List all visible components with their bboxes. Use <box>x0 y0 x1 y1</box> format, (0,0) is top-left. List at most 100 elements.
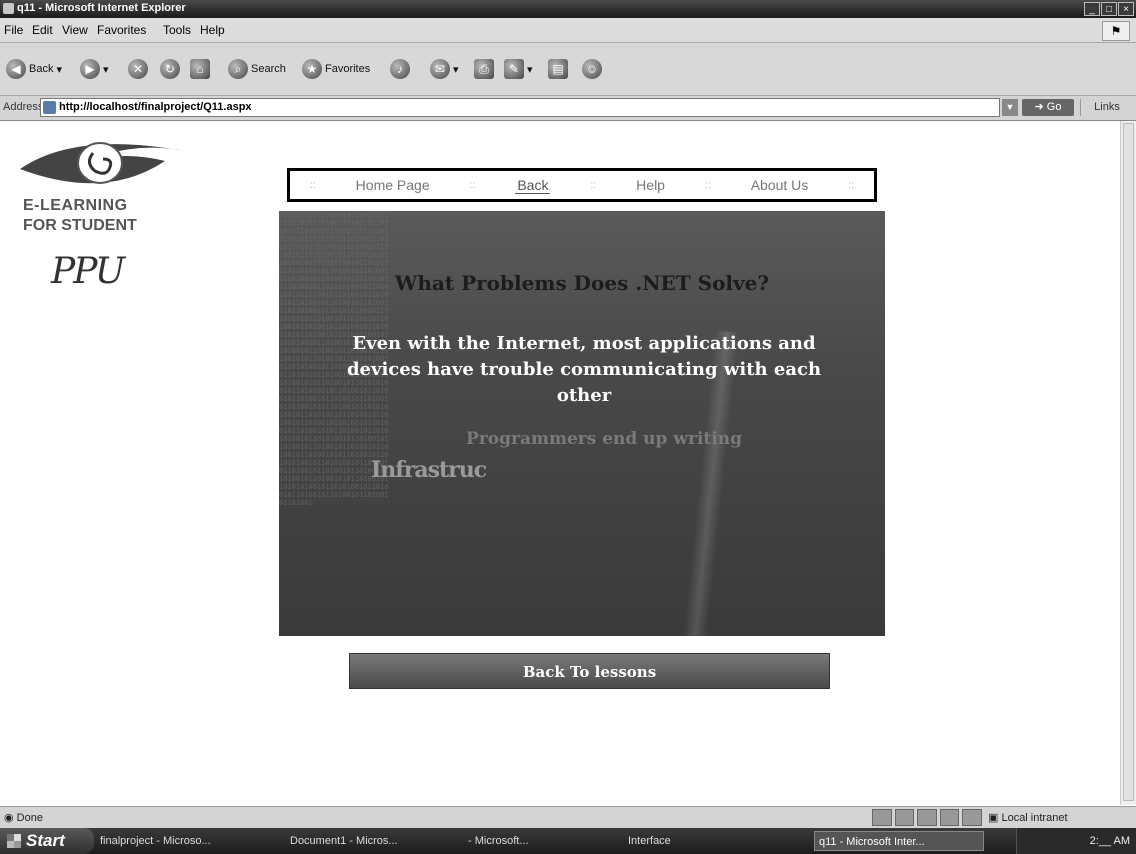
menu-tools[interactable]: Tools <box>163 23 191 37</box>
media-button[interactable]: ♪ <box>390 57 410 81</box>
discuss-icon: ▤ <box>548 59 568 79</box>
slide-fragment-text: Infrastruc <box>371 457 487 483</box>
page-favicon-icon <box>43 101 56 114</box>
back-dropdown-icon[interactable]: ▾ <box>56 63 62 76</box>
nav-about-us[interactable]: About Us <box>751 177 809 193</box>
taskbar-item-q11[interactable]: q11 - Microsoft Inter... <box>814 831 984 851</box>
back-arrow-icon: ◀ <box>6 59 26 79</box>
top-navigation: :: Home Page :: Back :: Help :: About Us… <box>287 168 877 202</box>
ie-icon <box>3 3 14 14</box>
taskbar-item-document1[interactable]: Document1 - Micros... <box>290 831 450 851</box>
mail-button[interactable]: ✉ ▾ <box>430 57 459 81</box>
home-icon: ⌂ <box>190 59 210 79</box>
address-input[interactable]: http://localhost/finalproject/Q11.aspx <box>40 98 1000 117</box>
status-panel <box>962 809 982 826</box>
start-button[interactable]: Start <box>0 828 94 854</box>
search-button[interactable]: ⌕ Search <box>228 57 286 81</box>
taskbar-item-arabic-doc[interactable]: - Microsoft... <box>468 831 608 851</box>
status-done: Done <box>16 812 43 824</box>
back-button[interactable]: ◀ Back ▾ <box>6 57 62 81</box>
go-label: Go <box>1046 101 1062 113</box>
minimize-button[interactable]: _ <box>1084 2 1100 16</box>
vertical-scrollbar[interactable] <box>1120 121 1136 805</box>
forward-arrow-icon: ▶ <box>80 59 100 79</box>
status-panel <box>872 809 892 826</box>
home-button[interactable]: ⌂ <box>190 57 210 81</box>
media-icon: ♪ <box>390 59 410 79</box>
print-icon: ⎙ <box>474 59 494 79</box>
status-panels <box>872 809 982 826</box>
status-text: ◉ Done <box>4 812 43 824</box>
menu-help[interactable]: Help <box>200 23 225 37</box>
address-bar: Address http://localhost/finalproject/Q1… <box>0 96 1136 121</box>
messenger-button[interactable]: ☺ <box>582 57 602 81</box>
ppu-logo: PPU <box>51 251 125 292</box>
system-tray: 2:__ AM <box>1016 828 1136 854</box>
back-label: Back <box>29 63 54 75</box>
forward-button[interactable]: ▶ ▾ <box>80 57 109 81</box>
stop-icon: ✕ <box>128 59 148 79</box>
edit-button[interactable]: ✎ ▾ <box>504 57 533 81</box>
favorites-label: Favorites <box>325 63 371 75</box>
favorites-star-icon: ★ <box>302 59 322 79</box>
taskbar-item-finalproject[interactable]: finalproject - Microso... <box>100 831 270 851</box>
favorites-button[interactable]: ★ Favorites <box>302 57 370 81</box>
page-content: E-LEARNING FOR STUDENT PPU :: Home Page … <box>0 121 1120 805</box>
menu-favorites[interactable]: Favorites <box>97 23 146 37</box>
windows-taskbar: Start finalproject - Microso... Document… <box>0 828 1136 854</box>
scrollbar-thumb[interactable] <box>1123 123 1134 801</box>
logo-line1: E-LEARNING <box>23 197 128 214</box>
windows-logo-icon: ⚑ <box>1102 21 1130 41</box>
address-dropdown-icon[interactable]: ▼ <box>1002 99 1018 116</box>
nav-back[interactable]: Back <box>515 177 551 194</box>
refresh-button[interactable]: ↻ <box>160 57 180 81</box>
nav-home-page[interactable]: Home Page <box>356 177 430 193</box>
menu-bar: File Edit View Favorites Tools Help ⚑ <box>0 18 1136 43</box>
menu-view[interactable]: View <box>62 23 88 37</box>
discuss-button[interactable]: ▤ <box>548 57 568 81</box>
status-panel <box>894 809 915 826</box>
window-title-bar[interactable]: q11 - Microsoft Internet Explorer _ □ × <box>0 0 1136 18</box>
windows-flag-icon <box>7 834 21 848</box>
back-to-lessons-button[interactable]: Back To lessons <box>349 653 830 689</box>
mail-dropdown-icon[interactable]: ▾ <box>453 63 459 76</box>
status-bar: ◉ Done ▣ Local intranet <box>0 806 1136 829</box>
zone-label: Local intranet <box>1001 812 1068 824</box>
slide-body-text: Even with the Internet, most application… <box>346 333 822 406</box>
start-label: Start <box>26 831 65 850</box>
links-button[interactable]: Links <box>1080 99 1133 116</box>
search-label: Search <box>251 63 286 75</box>
taskbar-item-interface[interactable]: Interface <box>628 831 748 851</box>
maximize-button[interactable]: □ <box>1101 2 1117 16</box>
tray-clock[interactable]: 2:__ AM <box>1090 835 1130 847</box>
close-button[interactable]: × <box>1118 2 1134 16</box>
address-label: Address <box>3 101 44 113</box>
stop-button[interactable]: ✕ <box>128 57 148 81</box>
edit-icon: ✎ <box>504 59 524 79</box>
print-button[interactable]: ⎙ <box>474 57 494 81</box>
menu-file[interactable]: File <box>4 23 23 37</box>
messenger-icon: ☺ <box>582 59 602 79</box>
search-icon: ⌕ <box>228 59 248 79</box>
eye-logo-icon <box>20 142 185 184</box>
refresh-icon: ↻ <box>160 59 180 79</box>
lesson-slide: 0110100101101001011001010101101010110100… <box>279 211 885 636</box>
nav-separator: :: <box>310 179 316 191</box>
slide-title: What Problems Does .NET Solve? <box>394 271 770 295</box>
e-learning-logo: E-LEARNING FOR STUDENT PPU <box>15 131 190 301</box>
standard-toolbar: ◀ Back ▾ ▶ ▾ ✕ ↻ ⌂ ⌕ Search ★ Favorites … <box>0 43 1136 96</box>
edit-dropdown-icon[interactable]: ▾ <box>527 63 533 76</box>
go-button[interactable]: ➜ Go <box>1022 99 1074 116</box>
slide-subtext: Programmers end up writing <box>466 429 742 449</box>
menu-edit[interactable]: Edit <box>32 23 53 37</box>
address-url: http://localhost/finalproject/Q11.aspx <box>59 101 252 113</box>
nav-separator: :: <box>590 179 597 191</box>
security-zone: ▣ Local intranet <box>988 812 1068 824</box>
forward-dropdown-icon[interactable]: ▾ <box>103 63 109 76</box>
mail-icon: ✉ <box>430 59 450 79</box>
status-panel <box>917 809 937 826</box>
logo-line2: FOR STUDENT <box>23 217 137 234</box>
nav-separator: :: <box>705 179 711 191</box>
nav-separator: :: <box>848 179 854 191</box>
nav-help[interactable]: Help <box>636 177 665 193</box>
